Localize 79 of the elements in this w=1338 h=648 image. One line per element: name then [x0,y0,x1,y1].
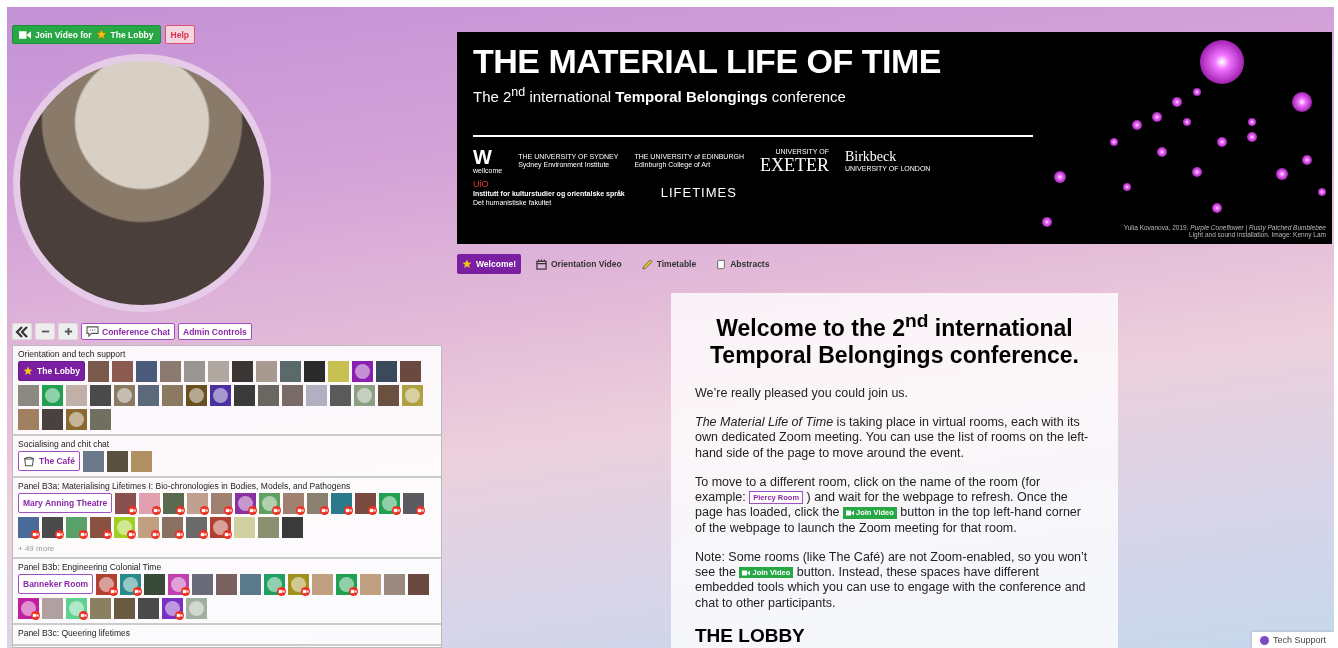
banner-title: THE MATERIAL LIFE OF TIME [473,42,942,81]
default-avatar[interactable] [162,598,183,619]
default-avatar[interactable] [379,493,401,514]
scroll-icon [716,258,727,270]
default-avatar[interactable] [120,574,142,595]
avatar-photo[interactable] [144,574,166,595]
default-avatar[interactable] [210,517,231,538]
double-chevron-left-icon [15,325,29,338]
avatar-photo[interactable] [331,493,353,514]
default-avatar[interactable] [235,493,257,514]
default-avatar[interactable] [18,598,39,619]
admin-controls-button[interactable]: Admin Controls [178,323,252,340]
avatar-photo[interactable] [90,517,111,538]
default-avatar[interactable] [186,385,207,406]
star-icon [23,366,33,376]
tech-support-tab[interactable]: Tech Support [1251,632,1334,648]
default-avatar[interactable] [210,385,231,406]
avatar-photo[interactable] [115,493,137,514]
section-title: Panel B3c: Queering lifetimes [18,628,131,638]
tab[interactable]: Welcome! [457,254,521,274]
room-button[interactable]: Mary Anning Theatre [18,493,113,513]
plus-icon [63,327,73,336]
default-avatar[interactable] [336,574,358,595]
avatar-photo[interactable] [283,493,305,514]
avatar-photo[interactable] [192,574,214,595]
default-avatar[interactable] [288,574,310,595]
tab[interactable]: Timetable [636,254,702,274]
video-camera-icon [742,569,751,576]
avatar-photo[interactable] [42,517,63,538]
collapse-button[interactable] [12,323,32,340]
default-avatar[interactable] [259,493,281,514]
pencil-icon [641,258,653,270]
avatar-photo[interactable] [355,493,377,514]
avatar-photo[interactable] [187,493,209,514]
default-avatar[interactable] [352,361,373,382]
default-avatar[interactable] [114,517,135,538]
default-avatar[interactable] [168,574,190,595]
video-camera-icon [19,29,31,40]
zoom-in-button[interactable] [58,323,78,340]
default-avatar[interactable] [96,574,118,595]
avatar-photo[interactable] [240,574,262,595]
cup-icon [23,455,35,467]
room-button[interactable]: The Lobby [18,361,85,381]
sponsor-logo: LIFETIMES [660,185,737,201]
section-title: Orientation and tech support [18,349,127,359]
banner-subtitle: The 2$^{nd}$ international Temporal Belongings conference [473,85,847,105]
welcome-heading: Welcome to the 2$^{nd}$ international Temporal Belongings conference. [709,309,1080,370]
default-avatar[interactable] [66,598,87,619]
video-camera-icon [846,510,855,517]
section-title: Socialising and chit chat [18,439,111,449]
room-button[interactable]: The Café [18,451,80,471]
tab[interactable]: Abstracts [711,254,775,274]
section-title: Panel B3a: Materialising Lifetimes I: Bio-chronologies in Bodies, Models, and Pathogens [18,481,352,491]
star-icon [462,259,472,269]
avatar-photo[interactable] [307,493,329,514]
paragraph: We’re really pleased you could join us. [695,385,910,402]
avatar-photo[interactable] [106,451,128,472]
default-avatar[interactable] [264,574,286,595]
avatar-photo[interactable] [18,517,39,538]
avatar-photo[interactable] [162,517,183,538]
section-title: Panel B3b: Engineering Colonial Time [18,562,163,572]
avatar-photo[interactable] [216,574,238,595]
film-icon [536,258,547,270]
star-icon [95,29,107,40]
room-button[interactable]: Banneker Room [18,574,94,594]
avatar-photo[interactable] [163,493,185,514]
chat-icon [86,326,99,337]
paragraph: The Material Life of Time is taking place in virtual rooms, each with its own dedicated Zoom meeting. You can use the list of rooms on the left-hand side of the page to move around the event. [695,415,1090,461]
avatar-photo[interactable] [211,493,233,514]
conference-chat-button[interactable]: Conference Chat [81,323,175,340]
section-heading: THE LOBBY [695,624,806,647]
tab[interactable]: Orientation Video [531,254,627,274]
avatar-photo[interactable] [82,451,104,472]
avatar-photo[interactable] [186,517,207,538]
avatar-photo[interactable] [408,574,430,595]
avatar-photo[interactable] [66,517,87,538]
avatar-photo[interactable] [403,493,425,514]
avatar-photo[interactable] [138,517,159,538]
avatar-photo[interactable] [139,493,161,514]
